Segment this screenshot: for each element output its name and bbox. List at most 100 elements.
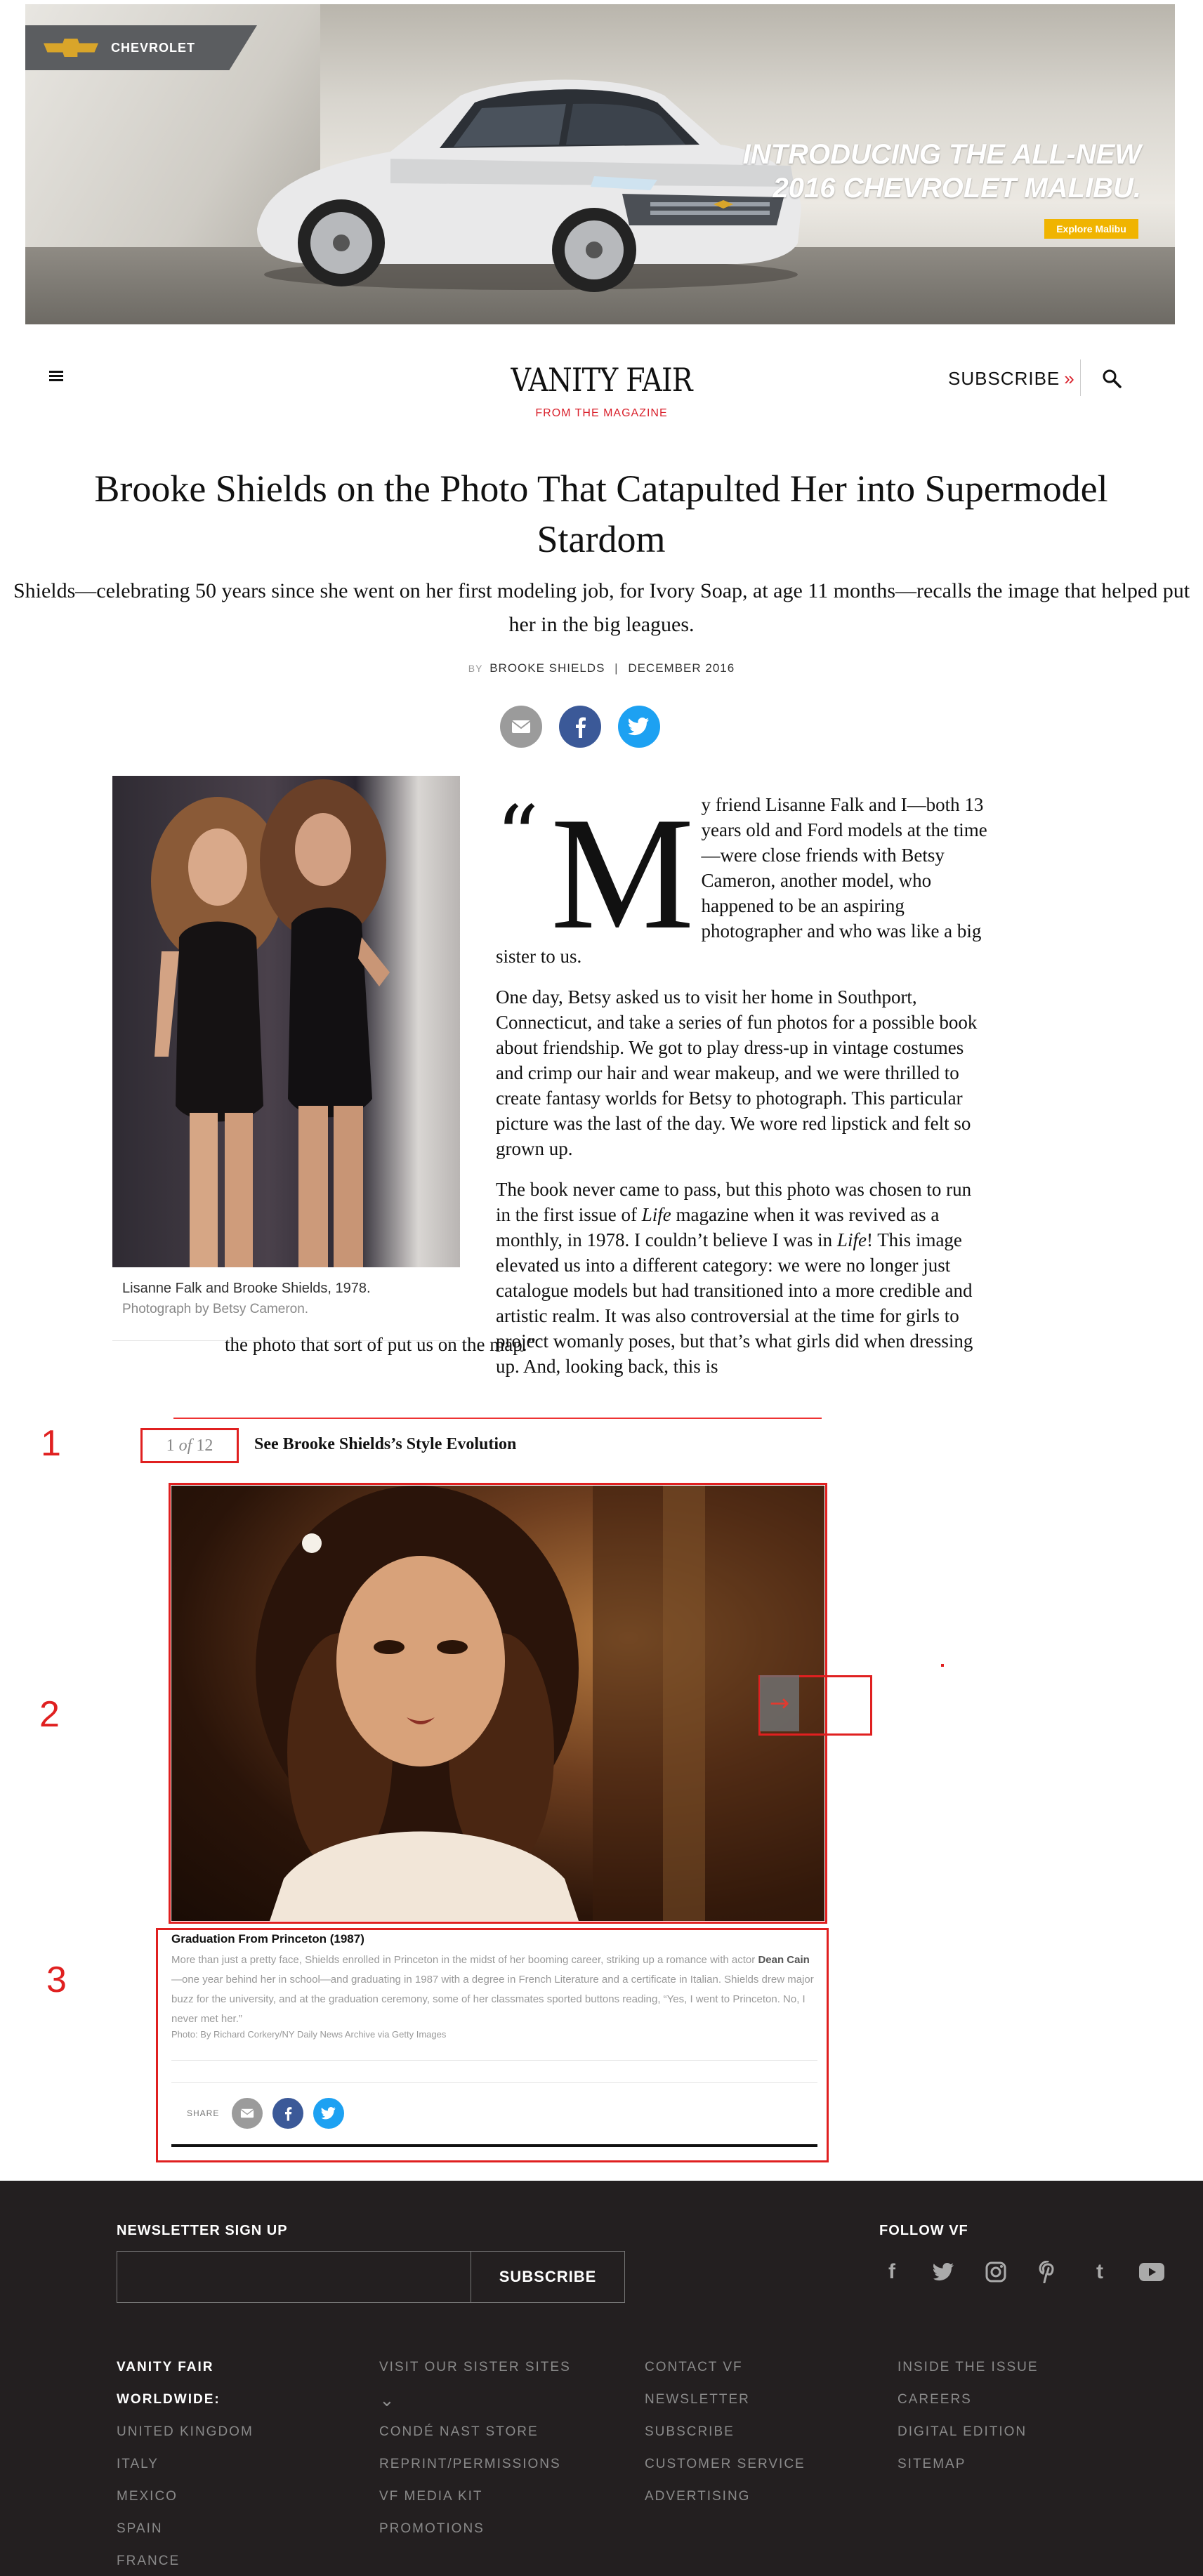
explore-malibu-button[interactable]: Explore Malibu — [1044, 219, 1138, 239]
youtube-icon[interactable] — [1138, 2258, 1166, 2286]
article-body: “ M y friend Lisanne Falk and I—both 13 … — [496, 792, 987, 1394]
footer-link-uk[interactable]: UNITED KINGDOM — [117, 2424, 254, 2456]
caption-credit: Photograph by Betsy Cameron. — [122, 1302, 309, 1316]
twitter-share-button[interactable] — [618, 706, 660, 748]
drop-cap: M — [551, 784, 695, 963]
share-label: SHARE — [187, 2108, 220, 2118]
byline-separator: | — [614, 661, 619, 675]
annotation-number-1: 1 — [41, 1423, 61, 1464]
gallery-total: 12 — [196, 1436, 213, 1455]
footer-link-careers[interactable]: CAREERS — [898, 2391, 1039, 2424]
annotation-number-2: 2 — [39, 1694, 60, 1735]
footer-link-customer-service[interactable]: CUSTOMER SERVICE — [645, 2456, 806, 2488]
footer-link-france[interactable]: FRANCE — [117, 2553, 254, 2576]
footer-link-advertising[interactable]: ADVERTISING — [645, 2488, 806, 2521]
ad-brand-label: CHEVROLET — [111, 40, 196, 55]
newsletter-subscribe-button[interactable]: SUBSCRIBE — [471, 2251, 625, 2303]
ad-headline-line-2: 2016 CHEVROLET MALIBU. — [773, 173, 1141, 204]
caption-divider — [171, 2060, 817, 2061]
footer-link-italy[interactable]: ITALY — [117, 2456, 254, 2488]
ad-brand-tag: CHEVROLET — [25, 25, 257, 70]
paragraph-3-text-c: ! This image elevated us into a differen… — [496, 1229, 973, 1377]
facebook-icon — [576, 717, 586, 738]
byline-by: BY — [468, 663, 483, 674]
hamburger-menu-icon[interactable] — [49, 371, 63, 382]
section-label[interactable]: FROM THE MAGAZINE — [456, 407, 747, 420]
footer-brand: VANITY FAIR — [117, 2360, 214, 2374]
footer-sister-sites-dropdown[interactable]: VISIT OUR SISTER SITES — [379, 2359, 571, 2391]
subscribe-link[interactable]: SUBSCRIBE» — [948, 368, 1075, 390]
footer-link-sitemap[interactable]: SITEMAP — [898, 2456, 1039, 2488]
gallery-caption-text-a: More than just a pretty face, Shields en… — [171, 1954, 758, 1966]
newsletter-email-input[interactable] — [117, 2251, 471, 2303]
tumblr-icon[interactable]: t — [1086, 2258, 1114, 2286]
gallery-caption: Graduation From Princeton (1987) More th… — [171, 1932, 817, 2040]
footer-link-media-kit[interactable]: VF MEDIA KIT — [379, 2488, 571, 2521]
instagram-icon[interactable] — [982, 2258, 1010, 2286]
newsletter-heading: NEWSLETTER SIGN UP — [117, 2223, 288, 2238]
site-footer: NEWSLETTER SIGN UP SUBSCRIBE FOLLOW VF f… — [0, 2181, 1203, 2576]
envelope-icon — [511, 720, 531, 733]
author-link[interactable]: BROOKE SHIELDS — [489, 661, 605, 675]
advertisement-banner[interactable]: CHEVROLET INTRODUCING THE ALL-NEW 2016 C… — [25, 4, 1175, 324]
two-models-photo — [151, 779, 390, 1267]
dean-cain-link[interactable]: Dean Cain — [758, 1954, 809, 1966]
gallery-of: of — [178, 1436, 192, 1455]
footer-link-reprint-permissions[interactable]: REPRINT/PERMISSIONS — [379, 2456, 571, 2488]
gallery-next-button[interactable]: → — [760, 1675, 799, 1731]
footer-link-conde-nast-store[interactable]: CONDÉ NAST STORE — [379, 2424, 571, 2456]
footer-column-sister-sites: VISIT OUR SISTER SITES ⌄ CONDÉ NAST STOR… — [379, 2359, 571, 2553]
gallery-current-index: 1 — [166, 1436, 175, 1455]
facebook-share-button[interactable] — [559, 706, 601, 748]
gallery-divider — [173, 1418, 822, 1419]
photo-caption: Lisanne Falk and Brooke Shields, 1978. P… — [112, 1278, 460, 1341]
paragraph-3-last-line: the photo that sort of put us on the map… — [225, 1334, 536, 1355]
twitter-icon[interactable] — [930, 2258, 958, 2286]
gallery-caption-text: More than just a pretty face, Shields en… — [171, 1950, 817, 2029]
gallery-bottom-bar — [171, 2144, 817, 2147]
gallery-share-row: SHARE — [187, 2098, 345, 2129]
caption-text: Lisanne Falk and Brooke Shields, 1978. — [122, 1281, 371, 1296]
article-photo[interactable] — [112, 776, 460, 1267]
footer-link-promotions[interactable]: PROMOTIONS — [379, 2521, 571, 2553]
footer-link-subscribe[interactable]: SUBSCRIBE — [645, 2424, 806, 2456]
gallery-counter: 1 of 12 — [140, 1428, 239, 1463]
gallery-title: See Brooke Shields’s Style Evolution — [254, 1435, 517, 1453]
double-chevron-icon: » — [1064, 368, 1075, 389]
email-share-button[interactable] — [500, 706, 542, 748]
paragraph-2: One day, Betsy asked us to visit her hom… — [496, 986, 978, 1159]
gallery-facebook-share-button[interactable] — [272, 2098, 304, 2129]
footer-column-issue: INSIDE THE ISSUE CAREERS DIGITAL EDITION… — [898, 2359, 1039, 2488]
pinterest-icon[interactable] — [1034, 2258, 1062, 2286]
gallery-caption-title: Graduation From Princeton (1987) — [171, 1932, 364, 1946]
annotation-number-3: 3 — [46, 1960, 67, 2000]
follow-heading: FOLLOW VF — [879, 2223, 968, 2238]
gallery-photo[interactable] — [171, 1486, 824, 1921]
footer-link-inside-issue[interactable]: INSIDE THE ISSUE — [898, 2359, 1039, 2391]
life-magazine-ref: Life — [836, 1229, 867, 1250]
chevrolet-bowtie-icon — [44, 39, 98, 57]
footer-link-newsletter[interactable]: NEWSLETTER — [645, 2391, 806, 2424]
caption-divider — [171, 2082, 817, 2083]
gallery-photo-credit: Photo: By Richard Corkery/NY Daily News … — [171, 2029, 447, 2040]
annotation-dot — [941, 1664, 944, 1667]
gallery-twitter-share-button[interactable] — [313, 2098, 345, 2129]
subscribe-label: SUBSCRIBE — [948, 368, 1060, 389]
footer-column-contact: CONTACT VF NEWSLETTER SUBSCRIBE CUSTOMER… — [645, 2359, 806, 2521]
footer-link-contact[interactable]: CONTACT VF — [645, 2359, 806, 2391]
search-icon[interactable] — [1101, 368, 1122, 389]
footer-link-mexico[interactable]: MEXICO — [117, 2488, 254, 2521]
open-quote-mark: “ — [496, 788, 539, 886]
facebook-icon[interactable]: f — [878, 2258, 906, 2286]
chevron-down-icon[interactable]: ⌄ — [379, 2391, 571, 2424]
footer-link-digital-edition[interactable]: DIGITAL EDITION — [898, 2424, 1039, 2456]
social-links: f t — [878, 2258, 1166, 2286]
facebook-icon — [285, 2107, 292, 2121]
footer-link-spain[interactable]: SPAIN — [117, 2521, 254, 2553]
right-arrow-icon: → — [769, 1689, 790, 1717]
vanity-fair-logo[interactable]: VANITY FAIR — [477, 361, 726, 399]
envelope-icon — [240, 2108, 254, 2118]
twitter-bird-icon — [321, 2107, 336, 2120]
gallery-email-share-button[interactable] — [232, 2098, 263, 2129]
share-buttons — [500, 706, 660, 748]
